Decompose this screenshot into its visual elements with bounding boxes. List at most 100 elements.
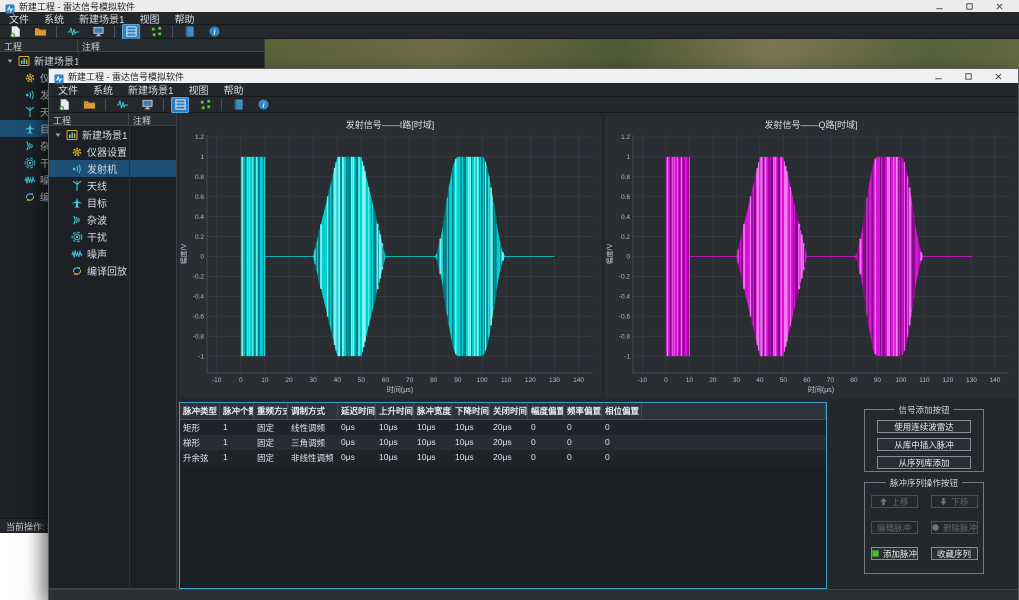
- grid-view-button[interactable]: [171, 97, 189, 113]
- display-icon: [92, 25, 105, 38]
- col-pulse-count[interactable]: 脉冲个数: [220, 403, 254, 419]
- svg-text:0.6: 0.6: [621, 194, 630, 201]
- open-project-button[interactable]: [80, 97, 98, 113]
- fg-tree-item-target[interactable]: 目标: [49, 194, 176, 211]
- fg-tree-item-noise[interactable]: 噪声: [49, 245, 176, 262]
- toolbar-separator: [172, 26, 173, 38]
- svg-text:20: 20: [709, 377, 717, 384]
- i-waveform-plot[interactable]: -100102030405060708090100110120130140-1-…: [179, 129, 601, 395]
- waveform-button[interactable]: [64, 24, 82, 40]
- fg-tree-item-jamming[interactable]: 干扰: [49, 228, 176, 245]
- fg-toolbar: i: [49, 97, 1018, 113]
- menu-scene[interactable]: 新建场景1: [128, 82, 174, 97]
- svg-text:0: 0: [664, 377, 668, 384]
- col-freq-offset[interactable]: 频率偏置: [564, 403, 602, 419]
- expander-icon[interactable]: [6, 57, 14, 65]
- q-waveform-plot[interactable]: -100102030405060708090100110120130140-1-…: [605, 129, 1017, 395]
- table-row-raised-cosine[interactable]: 升余弦1固定非线性调频0μs10μs10μs10μs20μs000: [180, 450, 826, 465]
- svg-text:-0.6: -0.6: [193, 313, 205, 320]
- col-prf-mode[interactable]: 重频方式: [254, 403, 288, 419]
- tree-item-label: 目标: [87, 195, 107, 210]
- menu-file[interactable]: 文件: [58, 82, 78, 97]
- col-delay-time[interactable]: 延迟时间: [338, 403, 376, 419]
- maximize-icon[interactable]: [965, 2, 974, 11]
- use-cw-radar-button[interactable]: 使用连续波雷达: [877, 420, 971, 433]
- clutter-icon: [71, 214, 83, 226]
- svg-text:80: 80: [850, 377, 858, 384]
- close-icon[interactable]: [995, 2, 1004, 11]
- move-up-button[interactable]: 上移: [871, 495, 918, 508]
- fg-tree-item-antenna[interactable]: 天线: [49, 177, 176, 194]
- tree-item-label: 噪声: [87, 246, 107, 261]
- col-pulse-type[interactable]: 脉冲类型: [180, 403, 220, 419]
- col-amp-offset[interactable]: 幅度偏置: [528, 403, 564, 419]
- tree-item-label: 编译回放: [87, 263, 127, 278]
- favorite-sequence-button[interactable]: 收藏序列: [931, 547, 978, 560]
- toolbar-separator: [163, 99, 164, 111]
- col-fall-time[interactable]: 下降时间: [452, 403, 490, 419]
- scatter-plot-button[interactable]: [196, 97, 214, 113]
- svg-text:130: 130: [549, 377, 560, 384]
- fg-tree-root-scene[interactable]: 新建场景1: [49, 126, 176, 143]
- noise-icon: [71, 248, 83, 260]
- col-pulse-width[interactable]: 脉冲宽度: [414, 403, 452, 419]
- new-project-icon: [9, 25, 22, 38]
- close-icon[interactable]: [994, 72, 1003, 81]
- svg-text:1.2: 1.2: [195, 134, 204, 141]
- fg-tree-item-clutter[interactable]: 杂波: [49, 211, 176, 228]
- scatter-plot-button[interactable]: [147, 24, 165, 40]
- pulse-ops-group-title: 脉冲序列操作按钮: [886, 477, 962, 489]
- open-project-button[interactable]: [31, 24, 49, 40]
- fg-tree-item-transmitter[interactable]: 发射机: [49, 160, 176, 177]
- col-phase-offset[interactable]: 相位偏置: [602, 403, 642, 419]
- svg-text:1: 1: [200, 154, 204, 161]
- svg-text:10: 10: [686, 377, 694, 384]
- svg-text:20: 20: [285, 377, 293, 384]
- col-modulation[interactable]: 调制方式: [288, 403, 338, 419]
- waveform-button[interactable]: [113, 97, 131, 113]
- tree-item-label: 仪器设置: [87, 144, 127, 159]
- new-project-button[interactable]: [6, 24, 24, 40]
- notebook-button[interactable]: [229, 97, 247, 113]
- tree-item-label: 干扰: [87, 229, 107, 244]
- table-row-trapezoid[interactable]: 梯形1固定三角调频0μs10μs10μs10μs20μs000: [180, 435, 826, 450]
- expander-icon[interactable]: [54, 131, 62, 139]
- menu-system[interactable]: 系统: [93, 82, 113, 97]
- insert-pulse-from-library-button[interactable]: 从库中插入脉冲: [877, 438, 971, 451]
- bg-tree-root-scene[interactable]: 新建场景1: [0, 52, 264, 69]
- display-button[interactable]: [89, 24, 107, 40]
- col-rise-time[interactable]: 上升时间: [376, 403, 414, 419]
- signal-add-group: 信号添加按钮 使用连续波雷达 从库中插入脉冲 从序列库添加: [864, 409, 984, 472]
- svg-text:1: 1: [626, 154, 630, 161]
- svg-text:-0.2: -0.2: [193, 274, 205, 281]
- arrow-up-icon: [879, 497, 888, 506]
- svg-text:时间(μs): 时间(μs): [808, 385, 834, 394]
- edit-pulse-button[interactable]: 编辑脉冲: [871, 521, 918, 534]
- fg-tree-item-instrument-settings[interactable]: 仪器设置: [49, 143, 176, 160]
- notebook-button[interactable]: [180, 24, 198, 40]
- grid-view-button[interactable]: [122, 24, 140, 40]
- delete-pulse-button[interactable]: 删除脉冲: [931, 521, 978, 534]
- table-row-rect[interactable]: 矩形1固定线性调频0μs10μs10μs10μs20μs000: [180, 420, 826, 435]
- notebook-icon: [232, 98, 245, 111]
- new-project-button[interactable]: [55, 97, 73, 113]
- svg-text:70: 70: [406, 377, 414, 384]
- move-down-button[interactable]: 下移: [931, 495, 978, 508]
- add-pulse-button[interactable]: 添加脉冲: [871, 547, 918, 560]
- minimize-icon[interactable]: [935, 2, 944, 11]
- add-from-sequence-library-button[interactable]: 从序列库添加: [877, 456, 971, 469]
- svg-text:1.2: 1.2: [621, 134, 630, 141]
- info-button[interactable]: i: [205, 24, 223, 40]
- tree-root-label: 新建场景1: [82, 127, 128, 142]
- minimize-icon[interactable]: [934, 72, 943, 81]
- fg-status-bar: [49, 589, 1018, 600]
- menu-help[interactable]: 帮助: [224, 82, 244, 97]
- q-plot-title: 发射信号——Q路[时域]: [605, 116, 1017, 129]
- maximize-icon[interactable]: [964, 72, 973, 81]
- menu-view[interactable]: 视图: [189, 82, 209, 97]
- gear-icon: [24, 72, 36, 84]
- col-off-time[interactable]: 关闭时间: [490, 403, 528, 419]
- fg-tree-item-replay[interactable]: 编译回放: [49, 262, 176, 279]
- display-button[interactable]: [138, 97, 156, 113]
- info-button[interactable]: i: [254, 97, 272, 113]
